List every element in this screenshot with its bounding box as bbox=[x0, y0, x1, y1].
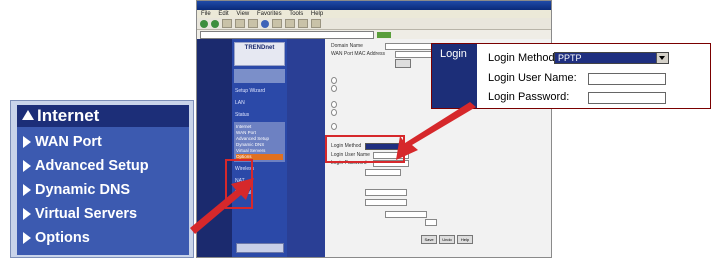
menu-help[interactable]: Help bbox=[311, 11, 323, 17]
menu-favorites[interactable]: Favorites bbox=[257, 11, 282, 17]
internet-menu-list: WAN Port Advanced Setup Dynamic DNS Virt… bbox=[17, 127, 189, 255]
menu-tools[interactable]: Tools bbox=[289, 11, 303, 17]
nav-internet-submenu: Internet WAN Port Advanced Setup Dynamic… bbox=[234, 122, 285, 162]
browser-menu-bar: File Edit View Favorites Tools Help bbox=[197, 10, 551, 18]
login-user-input[interactable] bbox=[588, 73, 666, 85]
connection-option-select[interactable] bbox=[385, 211, 427, 218]
nav-title-block bbox=[234, 69, 285, 83]
expand-triangle-icon bbox=[23, 136, 31, 148]
dns-auto-radio[interactable] bbox=[331, 101, 337, 108]
favorites-icon[interactable] bbox=[272, 19, 282, 28]
forward-icon[interactable] bbox=[211, 19, 219, 28]
login-password-label: Login Password: bbox=[488, 91, 570, 103]
print-icon[interactable] bbox=[311, 19, 321, 28]
internet-menu-header[interactable]: Internet bbox=[17, 105, 189, 127]
expand-triangle-icon bbox=[23, 160, 31, 172]
menu-item-label: Virtual Servers bbox=[35, 206, 138, 222]
nav-sub-options[interactable]: Options bbox=[236, 154, 283, 160]
menu-item-label: Advanced Setup bbox=[35, 158, 149, 174]
home-icon[interactable] bbox=[248, 19, 258, 28]
nav-item-nat[interactable]: NAT bbox=[232, 175, 287, 187]
form-login-password-input[interactable] bbox=[373, 160, 409, 167]
menu-item-dynamic-dns[interactable]: Dynamic DNS bbox=[23, 179, 130, 201]
nav-item-setup-wizard[interactable]: Setup Wizard bbox=[232, 85, 287, 97]
refresh-icon[interactable] bbox=[235, 19, 245, 28]
domain-name-label: Domain Name bbox=[331, 43, 363, 49]
login-section-strip: Login bbox=[432, 44, 477, 108]
browser-toolbar bbox=[197, 18, 551, 30]
section-labels bbox=[287, 39, 325, 257]
menu-view[interactable]: View bbox=[236, 11, 249, 17]
menu-item-virtual-servers[interactable]: Virtual Servers bbox=[23, 203, 137, 225]
go-button[interactable] bbox=[377, 31, 391, 38]
back-icon[interactable] bbox=[200, 19, 208, 28]
form-login-method-select[interactable] bbox=[365, 143, 403, 150]
pptp-ip-input[interactable] bbox=[365, 169, 401, 176]
form-login-password-label: Login Password bbox=[331, 160, 367, 166]
router-browser-screenshot: File Edit View Favorites Tools Help TREN… bbox=[196, 0, 552, 258]
collapse-triangle-icon bbox=[22, 110, 34, 120]
form-login-method-label: Login Method bbox=[331, 143, 362, 149]
internet-menu-callout: Internet WAN Port Advanced Setup Dynamic… bbox=[10, 100, 194, 258]
login-method-select[interactable]: PPTP bbox=[554, 52, 669, 64]
login-settings-callout: Login Login Method: PPTP Login User Name… bbox=[431, 43, 711, 109]
server-address-input[interactable] bbox=[365, 189, 407, 196]
nav-item-lan[interactable]: LAN bbox=[232, 97, 287, 109]
chevron-down-icon[interactable] bbox=[656, 53, 668, 63]
login-password-input[interactable] bbox=[588, 92, 666, 104]
nav-item-status[interactable]: Status bbox=[232, 109, 287, 121]
nav-item-firewall[interactable]: Firewall bbox=[232, 187, 287, 199]
help-button[interactable]: Help bbox=[457, 235, 473, 244]
idle-timeout-input[interactable] bbox=[425, 219, 437, 226]
menu-item-label: Options bbox=[35, 230, 90, 246]
trendnet-logo: TRENDnet bbox=[234, 42, 285, 66]
default-mac-button[interactable] bbox=[395, 59, 411, 68]
login-user-label: Login User Name: bbox=[488, 72, 577, 84]
stop-icon[interactable] bbox=[222, 19, 232, 28]
menu-item-label: Dynamic DNS bbox=[35, 182, 131, 198]
browser-title-bar bbox=[197, 1, 551, 10]
ip-static-radio[interactable] bbox=[331, 85, 337, 92]
nav-item-wireless[interactable]: Wireless bbox=[232, 163, 287, 175]
form-login-user-input[interactable] bbox=[373, 152, 409, 159]
undo-button[interactable]: Undo bbox=[439, 235, 455, 244]
dns-manual-radio[interactable] bbox=[331, 109, 337, 116]
menu-item-advanced-setup[interactable]: Advanced Setup bbox=[23, 155, 149, 177]
mail-icon[interactable] bbox=[298, 19, 308, 28]
logout-button[interactable] bbox=[236, 243, 284, 253]
expand-triangle-icon bbox=[23, 184, 31, 196]
search-icon[interactable] bbox=[261, 19, 269, 28]
brand-column bbox=[197, 39, 232, 257]
expand-triangle-icon bbox=[23, 208, 31, 220]
history-icon[interactable] bbox=[285, 19, 295, 28]
address-input[interactable] bbox=[200, 30, 374, 39]
menu-item-options[interactable]: Options bbox=[23, 227, 90, 249]
save-button[interactable]: Save bbox=[421, 235, 437, 244]
internet-menu-title: Internet bbox=[37, 106, 100, 125]
login-method-value: PPTP bbox=[558, 53, 582, 63]
dhcp-radio[interactable] bbox=[331, 123, 337, 130]
router-nav: TRENDnet Setup Wizard LAN Status Interne… bbox=[232, 39, 287, 257]
domain-name-server-input[interactable] bbox=[365, 199, 407, 206]
login-section-title: Login bbox=[440, 48, 467, 60]
menu-item-label: WAN Port bbox=[35, 134, 102, 150]
login-method-label: Login Method: bbox=[488, 52, 558, 64]
domain-name-input[interactable] bbox=[385, 43, 435, 50]
ip-auto-radio[interactable] bbox=[331, 77, 337, 84]
menu-file[interactable]: File bbox=[201, 11, 211, 17]
form-login-user-label: Login User Name bbox=[331, 152, 370, 158]
expand-triangle-icon bbox=[23, 232, 31, 244]
menu-item-wan-port[interactable]: WAN Port bbox=[23, 131, 102, 153]
menu-edit[interactable]: Edit bbox=[218, 11, 228, 17]
wan-mac-label: WAN Port MAC Address bbox=[331, 51, 385, 57]
